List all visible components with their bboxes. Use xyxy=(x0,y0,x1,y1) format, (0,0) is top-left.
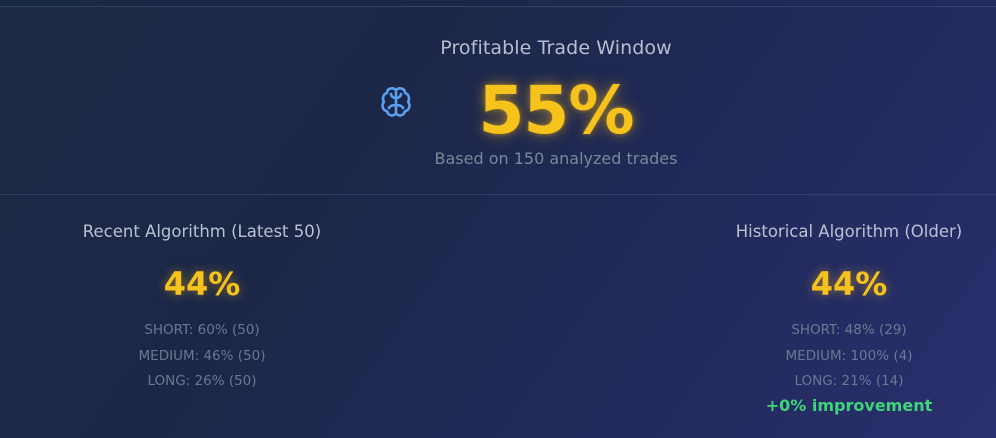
section-divider xyxy=(0,194,996,195)
historical-algorithm-title: Historical Algorithm (Older) xyxy=(735,222,963,241)
recent-algorithm-panel: Recent Algorithm (Latest 50) 44% SHORT: … xyxy=(52,220,352,395)
recent-medium-stat: MEDIUM: 46% (50) xyxy=(138,347,266,364)
historical-algorithm-panel: Historical Algorithm (Older) 44% SHORT: … xyxy=(699,220,996,395)
historical-medium-stat: MEDIUM: 100% (4) xyxy=(785,347,913,364)
recent-algorithm-breakdown: SHORT: 60% (50) MEDIUM: 46% (50) LONG: 2… xyxy=(52,318,352,395)
recent-algorithm-value: 44% xyxy=(163,265,241,303)
historical-short-stat: SHORT: 48% (29) xyxy=(791,322,907,338)
recent-long-stat: LONG: 26% (50) xyxy=(147,373,257,389)
historical-long-stat: LONG: 21% (14) xyxy=(794,373,904,389)
hero-win-rate-value: 55% xyxy=(478,72,635,149)
hero-title: Profitable Trade Window xyxy=(440,37,672,59)
recent-algorithm-title: Recent Algorithm (Latest 50) xyxy=(82,222,322,241)
profitable-trade-window-card: Profitable Trade Window 55% Based on 150… xyxy=(0,0,996,194)
improvement-indicator: +0% improvement xyxy=(765,396,933,415)
historical-algorithm-breakdown: SHORT: 48% (29) MEDIUM: 100% (4) LONG: 2… xyxy=(699,318,996,395)
hero-subtitle: Based on 150 analyzed trades xyxy=(434,149,678,168)
recent-short-stat: SHORT: 60% (50) xyxy=(144,322,260,338)
historical-algorithm-value: 44% xyxy=(810,265,888,303)
